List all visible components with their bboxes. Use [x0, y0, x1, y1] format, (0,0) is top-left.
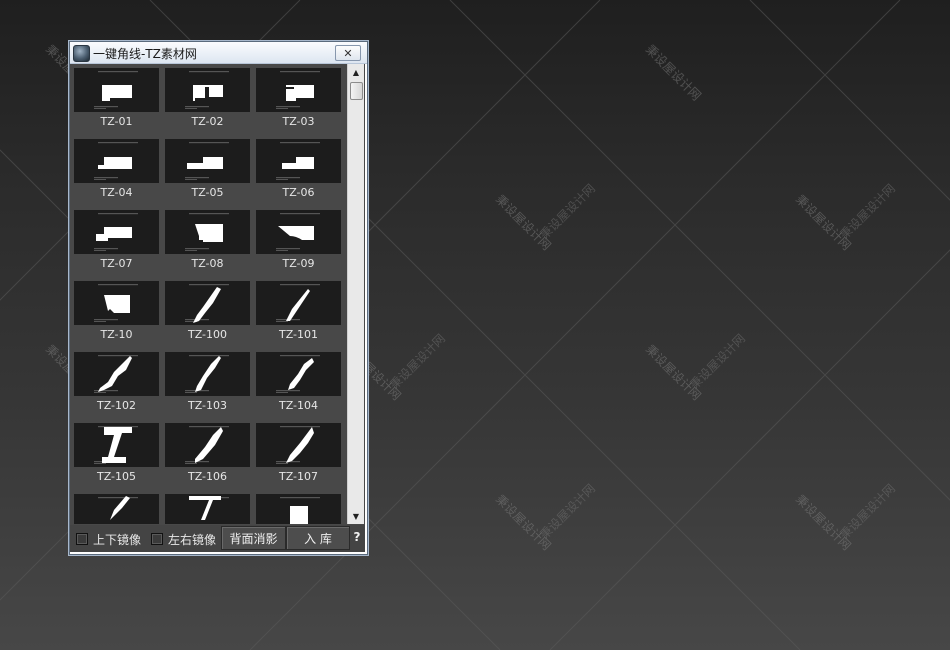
tile-item[interactable]: TZ-107	[256, 423, 341, 490]
bottom-toolbar: 上下镜像 左右镜像 背面消影 入 库 ?	[70, 525, 365, 552]
tile-item[interactable]: TZ-09	[256, 210, 341, 277]
tile-item[interactable]: TZ-03	[256, 68, 341, 135]
window-title: 一键角线-TZ素材网	[93, 47, 197, 61]
tile-thumbnail[interactable]	[165, 68, 250, 112]
tile-item[interactable]	[256, 494, 341, 524]
tile-thumbnail[interactable]	[165, 423, 250, 467]
tile-thumbnail[interactable]	[165, 494, 250, 524]
watermark-text: 秉设屋设计网	[837, 181, 898, 242]
tile-label: TZ-09	[282, 257, 315, 270]
scrollbar-thumb[interactable]	[350, 82, 363, 100]
tile-label: TZ-10	[100, 328, 133, 341]
tile-thumbnail[interactable]	[74, 423, 159, 467]
tile-item[interactable]: TZ-08	[165, 210, 250, 277]
watermark-text: 秉设屋设计网	[643, 342, 704, 403]
flip-horizontal-checkbox[interactable]: 左右镜像	[151, 531, 216, 547]
close-button[interactable]: ✕	[335, 45, 361, 61]
tile-thumbnail[interactable]	[256, 139, 341, 183]
scroll-down-button[interactable]: ▼	[348, 508, 364, 524]
window-content: TZ-01 TZ-02 TZ-03 TZ-04 TZ-05 TZ-06 TZ-07 TZ-08…	[70, 64, 365, 552]
tile-thumbnail[interactable]	[256, 494, 341, 524]
watermark-text: 秉设屋设计网	[643, 42, 704, 103]
watermark-text: 秉设屋设计网	[493, 192, 554, 253]
tile-thumbnail[interactable]	[165, 139, 250, 183]
tile-label: TZ-100	[187, 328, 228, 341]
tile-item[interactable]: TZ-106	[165, 423, 250, 490]
tile-label: TZ-106	[187, 470, 228, 483]
tile-thumbnail[interactable]	[165, 352, 250, 396]
close-icon: ✕	[343, 46, 353, 60]
tile-thumbnail[interactable]	[74, 352, 159, 396]
tile-thumbnail[interactable]	[256, 423, 341, 467]
watermark-text: 秉设屋设计网	[537, 481, 598, 542]
tile-label: TZ-08	[191, 257, 224, 270]
watermark-text: 秉设屋设计网	[837, 481, 898, 542]
tile-thumbnail[interactable]	[256, 210, 341, 254]
vertical-scrollbar[interactable]: ▲ ▼	[347, 64, 364, 524]
tile-label: TZ-06	[282, 186, 315, 199]
watermark-text: 秉设屋设计网	[793, 192, 854, 253]
tile-label: TZ-103	[187, 399, 228, 412]
tile-item[interactable]	[165, 494, 250, 524]
import-button[interactable]: 入 库	[286, 526, 350, 550]
scroll-up-button[interactable]: ▲	[348, 64, 364, 80]
tile-label: TZ-05	[191, 186, 224, 199]
help-button[interactable]: ?	[351, 526, 363, 548]
tile-label: TZ-107	[278, 470, 319, 483]
flip-horizontal-label: 左右镜像	[168, 532, 217, 547]
tile-thumbnail[interactable]	[256, 281, 341, 325]
checkbox-box[interactable]	[151, 533, 163, 545]
tile-thumbnail[interactable]	[74, 139, 159, 183]
tile-label: TZ-02	[191, 115, 224, 128]
tile-item[interactable]	[74, 494, 159, 524]
arrow-up-icon: ▲	[352, 67, 360, 77]
tile-thumbnail[interactable]	[74, 68, 159, 112]
tile-label: TZ-105	[96, 470, 137, 483]
tile-item[interactable]: TZ-06	[256, 139, 341, 206]
checkbox-box[interactable]	[76, 533, 88, 545]
tile-item[interactable]: TZ-02	[165, 68, 250, 135]
tile-label: TZ-07	[100, 257, 133, 270]
tile-label: TZ-101	[278, 328, 319, 341]
watermark-text: 秉设屋设计网	[387, 331, 448, 392]
tile-thumbnail[interactable]	[256, 68, 341, 112]
tile-item[interactable]: TZ-102	[74, 352, 159, 419]
tile-item[interactable]: TZ-01	[74, 68, 159, 135]
tile-label: TZ-04	[100, 186, 133, 199]
thumbnail-grid: TZ-01 TZ-02 TZ-03 TZ-04 TZ-05 TZ-06 TZ-07 TZ-08…	[72, 64, 347, 524]
flip-vertical-checkbox[interactable]: 上下镜像	[76, 531, 141, 547]
corner-line-window: 一键角线-TZ素材网 ✕ TZ-01 TZ-02 TZ-03 TZ-04 TZ-05 TZ…	[68, 40, 369, 556]
watermark-text: 秉设屋设计网	[493, 492, 554, 553]
tile-item[interactable]: TZ-04	[74, 139, 159, 206]
app-icon	[73, 45, 90, 62]
tile-thumbnail[interactable]	[74, 281, 159, 325]
tile-item[interactable]: TZ-103	[165, 352, 250, 419]
watermark-text: 秉设屋设计网	[793, 492, 854, 553]
tile-thumbnail[interactable]	[74, 494, 159, 524]
tile-item[interactable]: TZ-101	[256, 281, 341, 348]
tile-label: TZ-03	[282, 115, 315, 128]
flip-vertical-label: 上下镜像	[93, 532, 142, 547]
watermark-text: 秉设屋设计网	[687, 331, 748, 392]
tile-label: TZ-104	[278, 399, 319, 412]
tile-item[interactable]: TZ-10	[74, 281, 159, 348]
tile-item[interactable]: TZ-100	[165, 281, 250, 348]
tile-thumbnail[interactable]	[74, 210, 159, 254]
tile-item[interactable]: TZ-05	[165, 139, 250, 206]
tile-item[interactable]: TZ-105	[74, 423, 159, 490]
tile-thumbnail[interactable]	[165, 210, 250, 254]
title-bar[interactable]: 一键角线-TZ素材网 ✕	[70, 42, 367, 64]
tile-item[interactable]: TZ-07	[74, 210, 159, 277]
arrow-down-icon: ▼	[352, 511, 360, 521]
back-shadow-button[interactable]: 背面消影	[221, 526, 286, 550]
tile-label: TZ-102	[96, 399, 137, 412]
tile-label: TZ-01	[100, 115, 133, 128]
tile-thumbnail[interactable]	[256, 352, 341, 396]
tile-thumbnail[interactable]	[165, 281, 250, 325]
watermark-text: 秉设屋设计网	[537, 181, 598, 242]
tile-item[interactable]: TZ-104	[256, 352, 341, 419]
